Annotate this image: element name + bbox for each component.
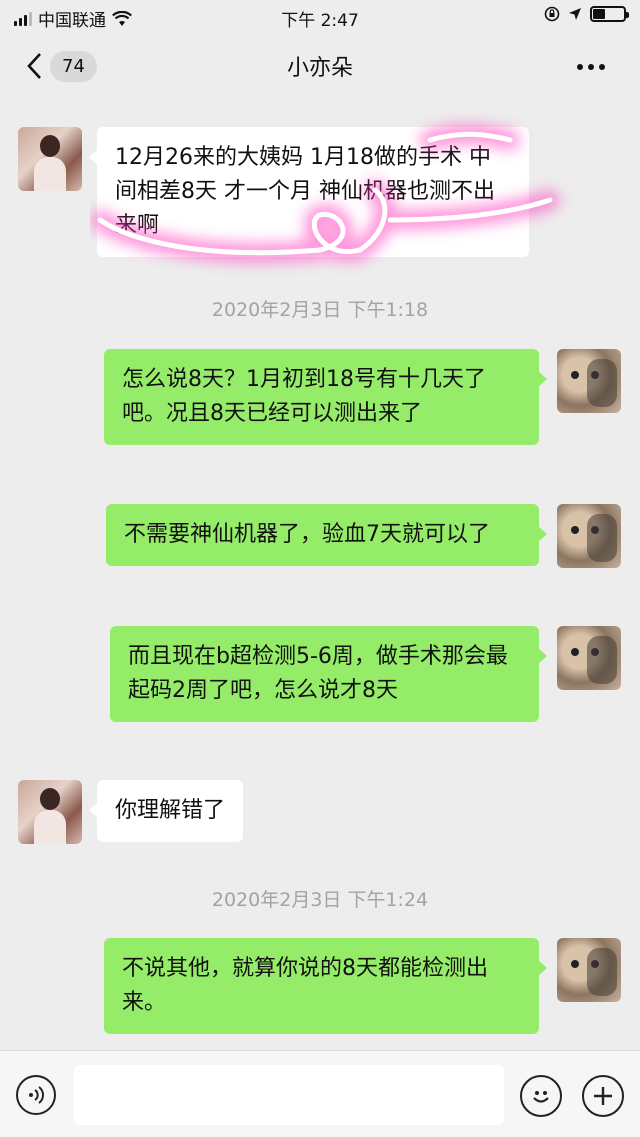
self-avatar[interactable] (557, 349, 621, 413)
message-input[interactable] (74, 1065, 504, 1125)
chat-header: 74 小亦朵 (0, 34, 640, 98)
self-avatar[interactable] (557, 938, 621, 1002)
message-bubble[interactable]: 12月26来的大姨妈 1月18做的手术 中间相差8天 才一个月 神仙机器也测不出… (89, 127, 529, 257)
more-icon (577, 64, 605, 70)
more-button[interactable] (576, 48, 606, 78)
plus-icon (594, 1087, 612, 1105)
message-list[interactable]: 12月26来的大姨妈 1月18做的手术 中间相差8天 才一个月 神仙机器也测不出… (0, 100, 640, 1050)
status-bar: 中国联通 下午 2:47 (0, 0, 640, 34)
message-bubble[interactable]: 而且现在b超检测5-6周，做手术那会最起码2周了吧，怎么说才8天 (110, 626, 547, 722)
voice-icon (29, 1086, 44, 1104)
more-functions-button[interactable] (582, 1075, 624, 1117)
emoji-icon (533, 1091, 549, 1103)
input-bar (0, 1050, 640, 1137)
message-bubble[interactable]: 你理解错了 (88, 780, 244, 842)
self-avatar[interactable] (557, 504, 621, 568)
self-avatar[interactable] (557, 626, 621, 690)
contact-avatar[interactable] (18, 127, 82, 191)
timestamp: 2020年2月3日 下午1:24 (211, 889, 429, 911)
contact-name: 小亦朵 (286, 56, 353, 81)
message-bubble[interactable]: 怎么说8天？1月初到18号有十几天了吧。况且8天已经可以测出来了 (104, 349, 547, 445)
battery-icon (590, 6, 629, 22)
location-icon (569, 8, 581, 20)
timestamp: 2020年2月3日 下午1:18 (211, 299, 429, 321)
contact-avatar[interactable] (18, 780, 82, 844)
voice-button[interactable] (16, 1075, 56, 1115)
message-bubble[interactable]: 不需要神仙机器了，验血7天就可以了 (106, 504, 547, 566)
emoji-button[interactable] (520, 1075, 562, 1117)
message-bubble[interactable]: 不说其他，就算你说的8天都能检测出来。 (104, 938, 547, 1034)
rotation-lock-icon (544, 6, 560, 22)
